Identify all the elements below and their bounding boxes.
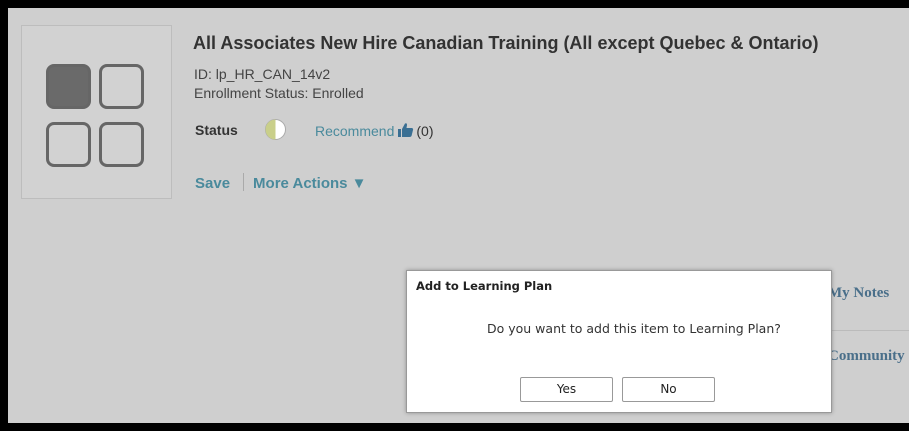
recommend-label[interactable]: Recommend — [315, 123, 394, 139]
my-notes-tab[interactable]: My Notes — [828, 285, 909, 302]
enrollment-status: Enrollment Status: Enrolled — [194, 85, 364, 101]
save-link[interactable]: Save — [195, 175, 230, 192]
recommend-link[interactable]: Recommend (0) — [315, 122, 434, 139]
recommend-count: (0) — [416, 123, 434, 139]
course-thumbnail — [21, 25, 172, 199]
side-divider — [828, 330, 909, 331]
add-to-learning-plan-dialog: Add to Learning Plan Do you want to add … — [406, 270, 832, 413]
action-bar: Save More Actions ▼ — [195, 173, 367, 192]
course-id: ID: lp_HR_CAN_14v2 — [194, 66, 331, 82]
more-actions-link[interactable]: More Actions ▼ — [253, 175, 366, 192]
no-button[interactable]: No — [622, 377, 715, 402]
action-divider — [243, 173, 245, 191]
yes-button[interactable]: Yes — [520, 377, 613, 402]
community-tab[interactable]: Community — [828, 348, 909, 365]
dialog-title: Add to Learning Plan — [416, 279, 553, 293]
thumbs-up-icon[interactable] — [397, 122, 414, 138]
status-label: Status — [195, 122, 238, 138]
course-title: All Associates New Hire Canadian Trainin… — [193, 33, 819, 53]
half-circle-icon — [265, 119, 286, 140]
dialog-message: Do you want to add this item to Learning… — [487, 321, 781, 336]
